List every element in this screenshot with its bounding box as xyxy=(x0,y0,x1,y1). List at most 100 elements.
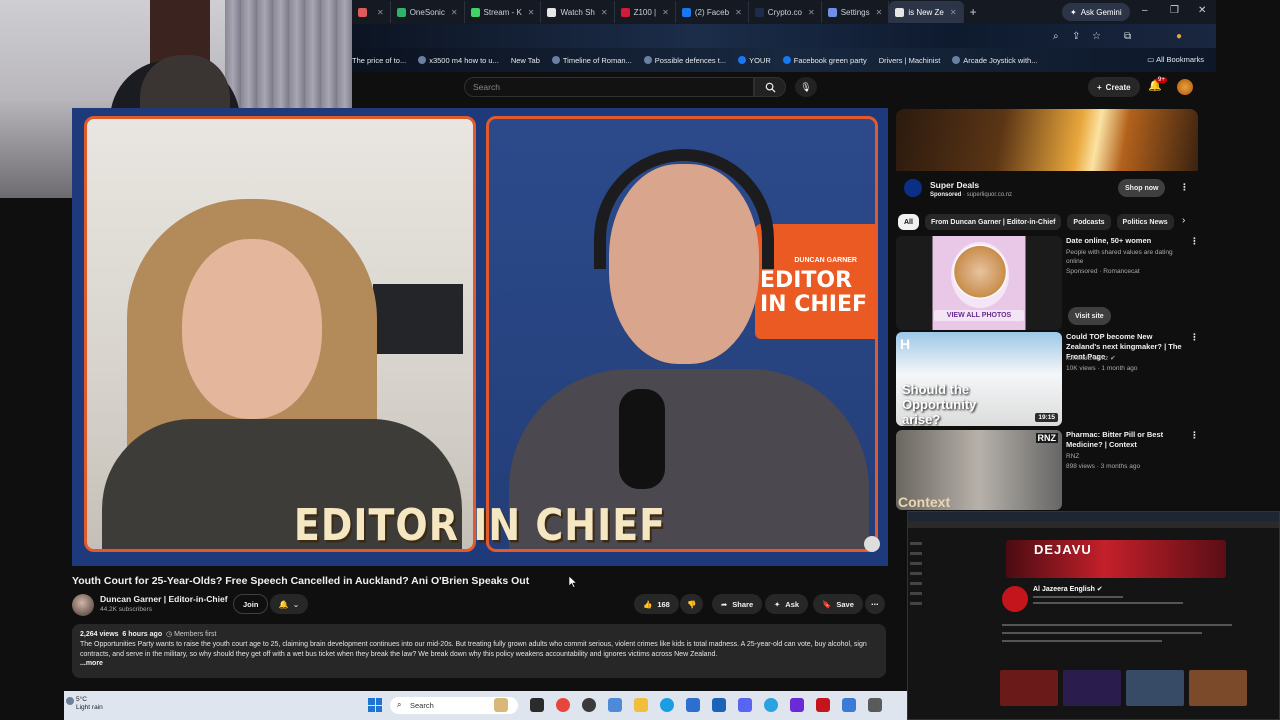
close-tab-icon[interactable]: ✕ xyxy=(876,8,883,17)
recommendation-title[interactable]: Date online, 50+ women xyxy=(1066,236,1186,246)
channel-watermark-icon[interactable] xyxy=(864,536,880,552)
obs-icon[interactable] xyxy=(582,698,596,712)
browser-tab-active[interactable]: is New Ze ✕ xyxy=(889,1,964,23)
recommendation-item[interactable]: H Should the Opportunity arise? 19:15 Co… xyxy=(896,332,1200,426)
close-tab-icon[interactable]: ✕ xyxy=(950,8,957,17)
more-options-icon[interactable]: ⋮ xyxy=(1190,332,1199,343)
show-more-link[interactable]: ...more xyxy=(80,660,878,667)
new-tab-button[interactable]: + xyxy=(964,5,983,19)
video-description[interactable]: 2,264 views 6 hours ago ◷ Members first … xyxy=(72,624,886,678)
close-tab-icon[interactable]: ✕ xyxy=(601,8,608,17)
ask-gemini-button[interactable]: ✦ Ask Gemini xyxy=(1062,3,1130,21)
browser-tab[interactable]: (2) Faceb ✕ xyxy=(676,1,749,23)
close-tab-icon[interactable]: ✕ xyxy=(662,8,669,17)
task-view-icon[interactable] xyxy=(530,698,544,712)
shop-now-button[interactable]: Shop now xyxy=(1118,179,1166,197)
share-icon[interactable]: ⇪ xyxy=(1072,31,1080,42)
account-avatar[interactable] xyxy=(1177,79,1193,95)
app-icon[interactable] xyxy=(790,698,804,712)
bookmark-favicon-icon xyxy=(738,56,747,64)
visit-site-button[interactable]: Visit site xyxy=(1068,307,1111,325)
bookmark-item[interactable]: New Tab xyxy=(511,56,540,65)
recommendation-thumbnail[interactable]: H Should the Opportunity arise? 19:15 xyxy=(896,332,1062,426)
browser-tab[interactable]: Watch Sh ✕ xyxy=(541,1,615,23)
more-actions-button[interactable]: ⋯ xyxy=(865,594,885,614)
close-tab-icon[interactable]: ✕ xyxy=(528,8,535,17)
browser-tab[interactable]: ✕ xyxy=(352,1,391,23)
close-tab-icon[interactable]: ✕ xyxy=(377,8,384,17)
discord-icon[interactable] xyxy=(738,698,752,712)
bookmark-item[interactable]: Timeline of Roman... xyxy=(551,56,632,65)
browser-tab[interactable]: OneSonic ✕ xyxy=(391,1,465,23)
chip-politics-news[interactable]: Politics News xyxy=(1116,214,1174,230)
subscribed-notifications-button[interactable]: 🔔 ⌄ xyxy=(270,594,308,614)
voice-search-button[interactable]: 🎙 xyxy=(795,77,817,97)
chip-all[interactable]: All xyxy=(898,214,919,230)
bookmark-item[interactable]: The price of to... xyxy=(352,56,406,65)
telegram-icon[interactable] xyxy=(764,698,778,712)
weather-widget[interactable]: 5°C Light rain xyxy=(76,696,103,712)
chevron-right-icon[interactable]: › xyxy=(1182,215,1185,226)
browser-tab[interactable]: Stream - K ✕ xyxy=(465,1,542,23)
ad-more-options-icon[interactable]: ⋮ xyxy=(1180,182,1189,193)
browser-tab[interactable]: Z100 | ✕ xyxy=(615,1,676,23)
address-bar[interactable] xyxy=(352,24,1216,48)
share-button[interactable]: ➦ Share xyxy=(712,594,763,614)
close-window-button[interactable]: ✕ xyxy=(1198,5,1206,16)
save-button[interactable]: 🔖 Save xyxy=(813,594,863,614)
app-icon[interactable] xyxy=(868,698,882,712)
browser-tab[interactable]: Settings ✕ xyxy=(822,1,890,23)
widget-icon[interactable] xyxy=(494,698,508,712)
start-button[interactable] xyxy=(368,698,382,712)
store-icon[interactable] xyxy=(686,698,700,712)
browser-tab[interactable]: Crypto.co ✕ xyxy=(749,1,822,23)
chip-from-channel[interactable]: From Duncan Garner | Editor-in-Chief xyxy=(924,214,1062,230)
recommendation-channel[interactable]: nzherald.co.nz ✔ xyxy=(1066,354,1188,363)
bookmarks-bar: The price of to... x3500 m4 how to u... … xyxy=(352,48,1216,72)
bookmark-item[interactable]: Possible defences t... xyxy=(643,56,726,65)
close-tab-icon[interactable]: ✕ xyxy=(808,8,815,17)
mail-icon[interactable] xyxy=(712,698,726,712)
app-icon[interactable] xyxy=(816,698,830,712)
minimize-button[interactable]: – xyxy=(1142,5,1148,16)
channel-avatar[interactable] xyxy=(72,594,94,616)
video-player[interactable]: DUNCAN GARNER EDITOR IN CHIEF EDITOR IN … xyxy=(72,108,888,566)
join-button[interactable]: Join xyxy=(233,594,269,614)
more-options-icon[interactable]: ⋮ xyxy=(1190,430,1199,441)
all-bookmarks-button[interactable]: ▭ All Bookmarks xyxy=(1147,55,1204,64)
recommendation-channel[interactable]: RNZ xyxy=(1066,452,1188,461)
recommendation-thumbnail[interactable]: VIEW ALL PHOTOS xyxy=(896,236,1062,330)
close-tab-icon[interactable]: ✕ xyxy=(451,8,458,17)
ask-button[interactable]: ✦ Ask xyxy=(765,594,809,614)
bookmark-item[interactable]: Drivers | Machinist xyxy=(879,56,941,65)
bookmark-item[interactable]: x3500 m4 how to u... xyxy=(418,56,499,65)
recommendation-title[interactable]: Pharmac: Bitter Pill or Best Medicine? |… xyxy=(1066,430,1186,450)
chip-podcasts[interactable]: Podcasts xyxy=(1067,214,1111,230)
channel-name[interactable]: Duncan Garner | Editor-in-Chief xyxy=(100,594,228,604)
extensions-icon[interactable]: ⧉ xyxy=(1124,31,1131,42)
dislike-button[interactable]: 👎 xyxy=(680,594,704,614)
recommendation-thumbnail[interactable]: RNZ Context xyxy=(896,430,1062,510)
app-icon[interactable] xyxy=(608,698,622,712)
search-input[interactable]: Search xyxy=(464,77,754,97)
recommendation-item[interactable]: RNZ Context Pharmac: Bitter Pill or Best… xyxy=(896,430,1200,510)
ad-image[interactable] xyxy=(896,109,1198,171)
search-button[interactable] xyxy=(754,77,786,97)
bookmark-item[interactable]: Arcade Joystick with... xyxy=(952,56,1037,65)
star-icon[interactable]: ☆ xyxy=(1092,31,1101,42)
create-button[interactable]: + Create xyxy=(1088,77,1140,97)
chrome-icon[interactable] xyxy=(556,698,570,712)
edge-icon[interactable] xyxy=(660,698,674,712)
close-tab-icon[interactable]: ✕ xyxy=(735,8,742,17)
more-options-icon[interactable]: ⋮ xyxy=(1190,236,1199,247)
bookmark-item[interactable]: Facebook green party xyxy=(782,56,867,65)
profile-icon[interactable]: ● xyxy=(1176,31,1182,42)
like-button[interactable]: 👍 168 xyxy=(634,594,679,614)
recommendation-item[interactable]: VIEW ALL PHOTOS Date online, 50+ women P… xyxy=(896,236,1200,330)
restore-button[interactable]: ❐ xyxy=(1170,5,1179,16)
ad-title[interactable]: Super Deals xyxy=(930,180,979,190)
file-explorer-icon[interactable] xyxy=(634,698,648,712)
bookmark-item[interactable]: YOUR xyxy=(738,56,771,65)
search-icon[interactable]: ⌕ xyxy=(1053,31,1059,42)
app-icon[interactable] xyxy=(842,698,856,712)
